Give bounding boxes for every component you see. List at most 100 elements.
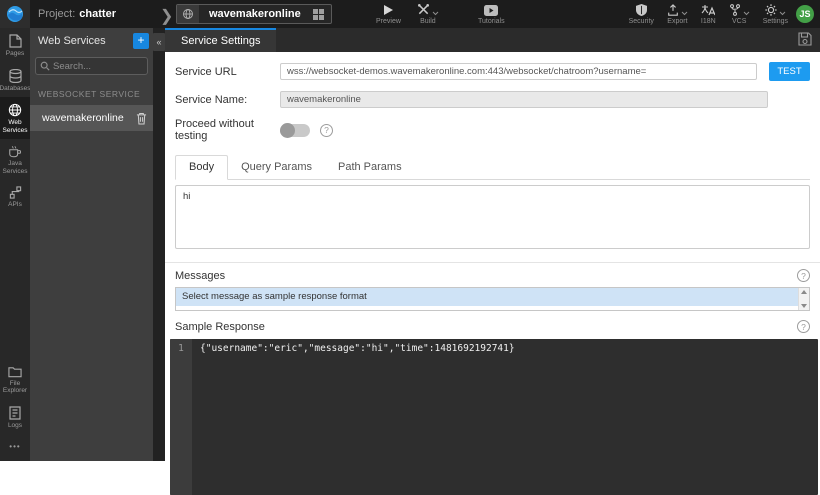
- message-option-selected[interactable]: Select message as sample response format: [176, 288, 798, 306]
- project-name: chatter: [79, 8, 116, 20]
- sidebar-item-label: Web Services: [2, 119, 28, 134]
- tab-query-params[interactable]: Query Params: [228, 156, 325, 179]
- open-service-tab[interactable]: wavemakeronline: [176, 4, 332, 24]
- toggle-knob: [280, 122, 295, 138]
- sidebar-item-logs[interactable]: Logs: [0, 400, 30, 435]
- code-content[interactable]: {"username":"eric","message":"hi","time"…: [192, 339, 818, 495]
- preview-label: Preview: [376, 18, 401, 25]
- help-icon[interactable]: ?: [797, 320, 810, 333]
- chevron-down-icon: [743, 11, 750, 16]
- search-input[interactable]: [53, 60, 143, 72]
- vcs-button[interactable]: VCS: [729, 3, 750, 25]
- wavemaker-logo-icon: [7, 6, 23, 22]
- globe-icon: [8, 103, 22, 117]
- service-search[interactable]: [35, 57, 148, 75]
- test-button[interactable]: TEST: [768, 62, 810, 81]
- save-icon[interactable]: [798, 32, 812, 46]
- body-textarea[interactable]: hi: [175, 185, 810, 249]
- line-number: 1: [178, 343, 184, 354]
- wavemaker-logo[interactable]: [0, 0, 30, 28]
- panel-title: Web Services: [38, 35, 106, 47]
- tab-path-params[interactable]: Path Params: [325, 156, 415, 179]
- tab-service-settings[interactable]: Service Settings: [165, 28, 277, 52]
- proceed-label: Proceed without testing: [175, 118, 254, 142]
- service-name-label: Service Name:: [175, 93, 248, 106]
- sidebar-item-label: APIs: [8, 201, 22, 208]
- sidebar-item-apis[interactable]: APIs: [0, 180, 30, 214]
- settings-label: Settings: [762, 18, 788, 25]
- web-services-panel: Web Services + WEBSOCKET SERVICE wavemak…: [30, 28, 153, 461]
- service-url-input[interactable]: [280, 63, 757, 80]
- section-divider: [165, 262, 820, 263]
- sidebar-item-web-services[interactable]: Web Services: [0, 97, 30, 139]
- sample-response-editor[interactable]: 1 {"username":"eric","message":"hi","tim…: [170, 339, 818, 495]
- service-settings-form: Service URL TEST Service Name: Proceed w…: [165, 62, 820, 495]
- sidebar-item-pages[interactable]: Pages: [0, 28, 30, 63]
- sidebar-item-databases[interactable]: Databases: [0, 63, 31, 98]
- log-file-icon: [9, 405, 21, 420]
- search-icon: [40, 61, 50, 71]
- wavemaker-studio: { "glyphs": { "plus": "+", "collapse": "…: [0, 0, 820, 495]
- gear-icon: [765, 4, 777, 16]
- i18n-button[interactable]: I18N: [701, 3, 716, 25]
- service-name-input: [280, 91, 768, 108]
- page-icon: [8, 34, 22, 48]
- video-icon: [484, 3, 499, 16]
- sidebar-item-file-explorer[interactable]: File Explorer: [0, 360, 30, 400]
- build-tools-icon: [417, 3, 430, 16]
- help-icon[interactable]: ?: [320, 123, 333, 137]
- main-area: Service Settings Service URL TEST Servic…: [165, 28, 820, 495]
- left-sidebar: Pages Databases Web Services Java Servic…: [0, 28, 31, 461]
- play-icon: [383, 3, 394, 16]
- user-avatar[interactable]: JS: [796, 5, 814, 23]
- security-label: Security: [628, 18, 654, 25]
- service-name-label: wavemakeronline: [42, 112, 124, 124]
- service-tab-label: wavemakeronline: [209, 8, 301, 20]
- help-icon[interactable]: ?: [797, 269, 810, 282]
- proceed-row: Proceed without testing ?: [175, 118, 810, 142]
- security-button[interactable]: Security: [629, 3, 654, 25]
- preview-button[interactable]: Preview: [376, 3, 401, 25]
- service-name-row: Service Name:: [175, 91, 810, 108]
- build-button[interactable]: Build: [417, 3, 439, 25]
- top-bar: Project: chatter ❯ wavemakeronline Previ…: [0, 0, 820, 28]
- grid-icon[interactable]: [311, 8, 331, 20]
- messages-label: Messages: [175, 269, 226, 282]
- scroll-up-icon[interactable]: [801, 290, 807, 294]
- settings-button[interactable]: Settings: [763, 3, 788, 25]
- trash-icon[interactable]: [136, 112, 147, 125]
- project-prefix-label: Project:: [38, 8, 76, 20]
- collapse-panel-button[interactable]: «: [153, 33, 165, 51]
- listbox-scrollbar[interactable]: [798, 288, 809, 310]
- tutorials-button[interactable]: Tutorials: [478, 3, 505, 25]
- panel-header: Web Services +: [30, 28, 153, 54]
- service-list-item[interactable]: wavemakeronline: [30, 105, 153, 131]
- branch-icon: [729, 4, 741, 16]
- sample-response-label: Sample Response: [175, 320, 265, 333]
- tab-body[interactable]: Body: [175, 155, 229, 180]
- panel-collapse-strip: «: [153, 28, 165, 461]
- websocket-section-label: WEBSOCKET SERVICE: [38, 89, 141, 99]
- export-button[interactable]: Export: [667, 3, 688, 25]
- breadcrumb-chevron-icon: ❯: [160, 8, 174, 25]
- vcs-label: VCS: [732, 18, 747, 25]
- service-url-label: Service URL: [175, 65, 237, 78]
- folder-icon: [8, 366, 22, 378]
- sidebar-item-label: Logs: [7, 421, 23, 429]
- proceed-toggle[interactable]: [280, 122, 310, 138]
- tutorials-label: Tutorials: [478, 18, 505, 25]
- editor-tab-bar: Service Settings: [165, 28, 820, 52]
- add-service-button[interactable]: +: [133, 33, 149, 49]
- sidebar-item-label: File Explorer: [2, 379, 28, 395]
- scroll-down-icon[interactable]: [801, 304, 807, 308]
- export-icon: [667, 4, 679, 16]
- toolbar-right: Security Export I18N VCS Settings: [629, 2, 788, 26]
- more-options-icon[interactable]: •••: [0, 434, 30, 461]
- i18n-label: I18N: [700, 18, 716, 25]
- sidebar-item-java-services[interactable]: Java Services: [0, 139, 30, 180]
- database-icon: [8, 68, 22, 83]
- line-number-gutter: 1: [170, 339, 192, 495]
- shield-icon: [635, 3, 647, 16]
- toolbar-left: Preview Build: [376, 2, 439, 26]
